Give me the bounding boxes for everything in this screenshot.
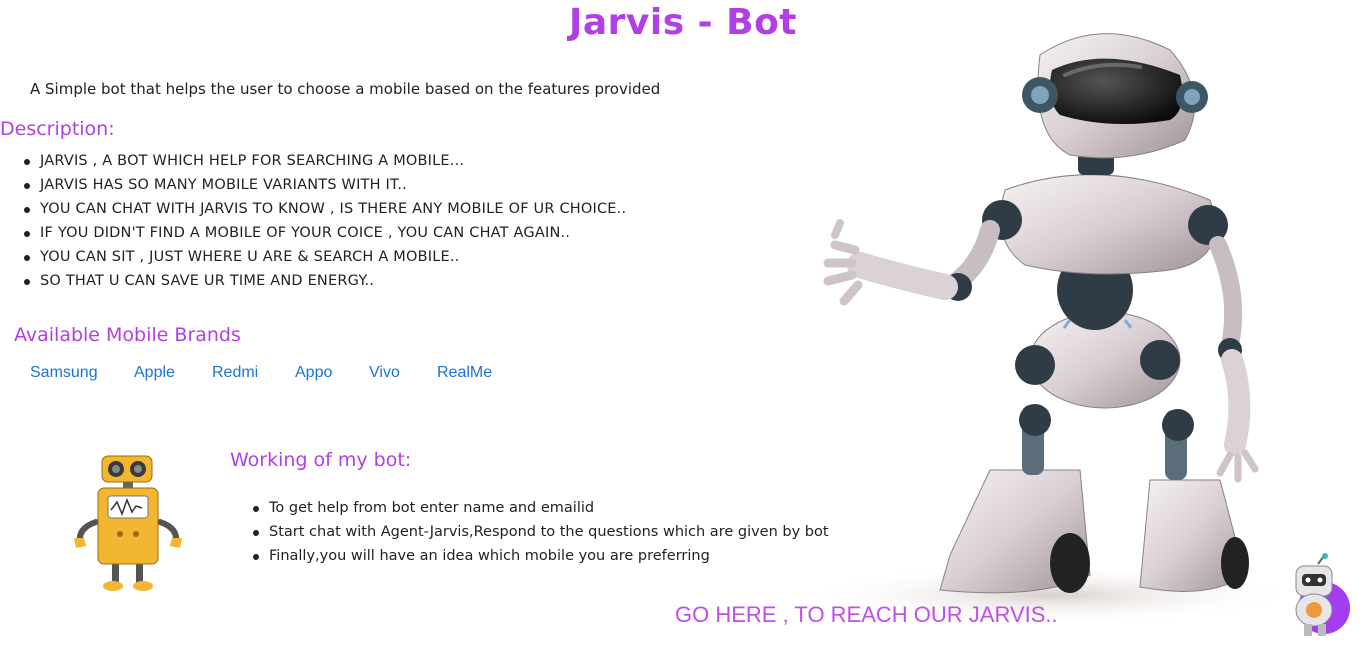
list-item: JARVIS , A BOT WHICH HELP FOR SEARCHING …: [22, 149, 626, 173]
description-heading: Description:: [0, 118, 115, 140]
list-item: JARVIS HAS SO MANY MOBILE VARIANTS WITH …: [22, 173, 626, 197]
chatbot-launcher-button[interactable]: [1280, 552, 1350, 636]
list-item: YOU CAN SIT , JUST WHERE U ARE & SEARCH …: [22, 245, 626, 269]
brand-link-redmi[interactable]: Redmi: [212, 364, 258, 382]
brands-heading: Available Mobile Brands: [14, 324, 241, 346]
reach-jarvis-link[interactable]: GO HERE , TO REACH OUR JARVIS..: [675, 602, 1058, 628]
description-list: JARVIS , A BOT WHICH HELP FOR SEARCHING …: [22, 149, 626, 293]
chatbot-launcher-icon: [1295, 553, 1350, 636]
list-item: SO THAT U CAN SAVE UR TIME AND ENERGY..: [22, 269, 626, 293]
yellow-robot-icon: [74, 455, 182, 591]
page-subtitle: A Simple bot that helps the user to choo…: [30, 80, 661, 98]
brand-link-appo[interactable]: Appo: [295, 364, 332, 382]
robot-illustration: [800, 33, 1300, 625]
list-item: IF YOU DIDN'T FIND A MOBILE OF YOUR COIC…: [22, 221, 626, 245]
list-item: YOU CAN CHAT WITH JARVIS TO KNOW , IS TH…: [22, 197, 626, 221]
working-heading: Working of my bot:: [230, 449, 412, 471]
brand-link-apple[interactable]: Apple: [134, 364, 175, 382]
brand-link-vivo[interactable]: Vivo: [369, 364, 400, 382]
brand-link-samsung[interactable]: Samsung: [30, 364, 98, 382]
brand-link-realme[interactable]: RealMe: [437, 364, 492, 382]
